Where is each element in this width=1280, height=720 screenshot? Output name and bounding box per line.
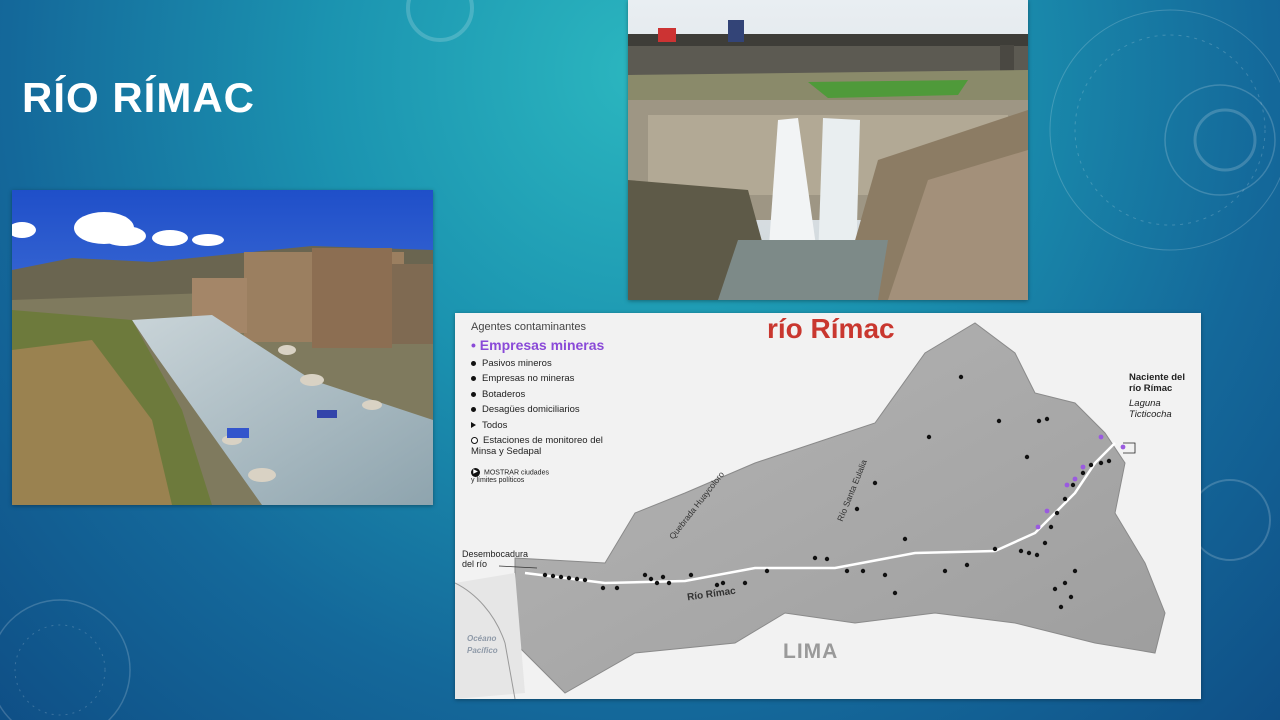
map-legend: Agentes contaminantes • Empresas mineras… xyxy=(471,321,611,486)
label-desembocadura: Desembocadura del río xyxy=(462,549,529,570)
dot-icon xyxy=(471,376,476,382)
legend-mining[interactable]: • Empresas mineras xyxy=(471,337,611,354)
label-laguna: Laguna Ticticocha xyxy=(1129,398,1172,420)
rimac-river-map: río Rímac Agentes contaminantes • Empres… xyxy=(455,313,1201,699)
slide-title: RÍO RÍMAC xyxy=(22,74,255,121)
legend-item[interactable]: Pasivos mineros xyxy=(471,358,611,369)
legend-item[interactable]: Desagües domiciliarios xyxy=(471,404,611,415)
play-icon: ▶ xyxy=(471,467,480,477)
dot-icon xyxy=(471,407,476,413)
bridge-waterfall-photo xyxy=(628,0,1028,300)
dot-icon xyxy=(471,391,476,397)
triangle-icon xyxy=(471,422,476,429)
legend-todos[interactable]: Todos xyxy=(471,420,611,431)
legend-stations[interactable]: Estaciones de monitoreo del Minsa y Seda… xyxy=(471,435,611,458)
legend-heading: Agentes contaminantes xyxy=(471,321,586,333)
mountain-river-photo xyxy=(12,190,433,505)
legend-item[interactable]: Botaderos xyxy=(471,389,611,400)
legend-show-toggle[interactable]: ▶ MOSTRAR ciudades y límites políticos xyxy=(471,467,551,486)
label-lima: LIMA xyxy=(783,640,839,663)
station-icon xyxy=(471,436,478,444)
legend-item[interactable]: Empresas no mineras xyxy=(471,373,611,384)
dot-icon xyxy=(471,360,476,366)
label-oceano: Océano Pacífico xyxy=(467,634,498,655)
map-title: río Rímac xyxy=(767,313,895,344)
label-naciente: Naciente del río Rímac xyxy=(1129,372,1185,394)
